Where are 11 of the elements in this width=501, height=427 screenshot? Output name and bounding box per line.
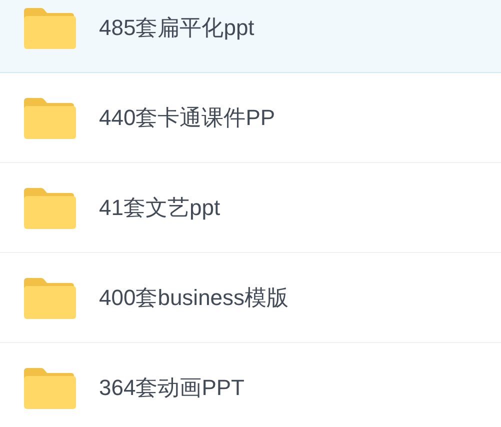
folder-name: 41套文艺ppt (99, 194, 220, 222)
folder-name: 400套business模版 (99, 284, 289, 312)
folder-row[interactable]: 485套扁平化ppt (0, 0, 501, 73)
folder-icon (22, 186, 76, 228)
folder-icon (22, 96, 76, 138)
folder-icon (22, 366, 76, 408)
folder-icon (22, 276, 76, 318)
folder-icon (22, 6, 76, 48)
folder-name: 440套卡通课件PP (99, 104, 276, 132)
folder-name: 485套扁平化ppt (99, 14, 254, 42)
folder-name: 364套动画PPT (99, 374, 244, 402)
